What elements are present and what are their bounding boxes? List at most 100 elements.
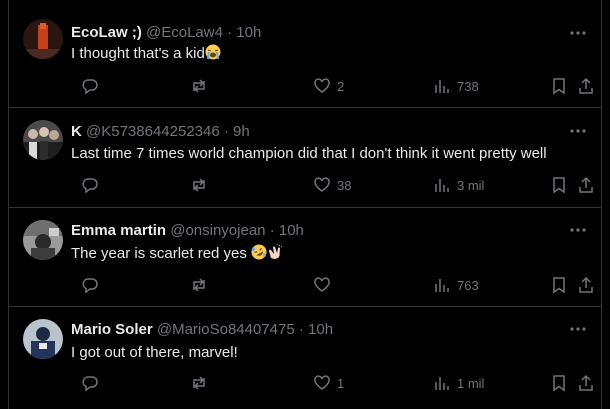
like-icon (314, 177, 330, 192)
like-button[interactable]: 38 (313, 175, 351, 195)
avatar-image (23, 19, 63, 59)
tweet-header: EcoLaw ;) @EcoLaw4 · 10h (71, 24, 261, 41)
more-icon[interactable] (569, 122, 587, 140)
view-count: 3 mil (457, 177, 485, 193)
share-button[interactable] (577, 76, 595, 96)
avatar[interactable] (23, 19, 63, 59)
tweet[interactable]: EcoLaw ;) @EcoLaw4 · 10h I thought that'… (9, 0, 601, 108)
more-icon[interactable] (569, 320, 587, 338)
bookmark-icon (553, 78, 565, 95)
reply-icon (82, 376, 98, 392)
window-edge (0, 0, 8, 409)
like-icon (314, 375, 330, 390)
share-button[interactable] (577, 275, 595, 295)
tweet[interactable]: K @K5738644252346 · 9h Last time 7 times… (9, 108, 601, 208)
separator: · (227, 24, 233, 41)
like-count: 2 (337, 78, 345, 94)
repost-button[interactable] (190, 175, 208, 195)
clapping-hands-emoji (267, 244, 283, 260)
views-button[interactable]: 763 (433, 275, 479, 295)
views-icon (435, 279, 449, 292)
handle[interactable]: @K5738644252346 (86, 123, 220, 140)
views-button[interactable]: 3 mil (433, 175, 484, 195)
like-icon (314, 277, 330, 292)
views-icon (435, 179, 449, 192)
display-name[interactable]: EcoLaw ;) (71, 24, 142, 41)
display-name[interactable]: K (71, 123, 82, 140)
bookmark-button[interactable] (550, 373, 568, 393)
action-bar: 1 1 mil (67, 373, 597, 393)
bookmark-button[interactable] (550, 275, 568, 295)
bookmark-icon (553, 277, 565, 294)
tweet-text: I got out of there, marvel! (71, 344, 238, 361)
avatar-image (23, 220, 63, 260)
reply-feed: EcoLaw ;) @EcoLaw4 · 10h I thought that'… (9, 0, 601, 409)
timestamp[interactable]: 10h (308, 321, 333, 338)
share-button[interactable] (577, 373, 595, 393)
column-border-right (601, 0, 602, 409)
reply-button[interactable] (81, 373, 99, 393)
avatar-image (23, 120, 63, 160)
repost-button[interactable] (190, 275, 208, 295)
rolling-on-floor-laughing-emoji (251, 244, 267, 260)
separator: · (223, 123, 229, 140)
action-bar: 2 738 (67, 76, 597, 96)
reply-icon (82, 79, 98, 95)
reply-button[interactable] (81, 76, 99, 96)
like-button[interactable] (313, 275, 331, 295)
more-icon[interactable] (569, 221, 587, 239)
display-name[interactable]: Emma martin (71, 222, 166, 239)
avatar[interactable] (23, 220, 63, 260)
tweet[interactable]: Emma martin @onsinyojean · 10h The year … (9, 208, 601, 307)
loudly-crying-face-emoji (205, 44, 221, 60)
repost-icon (193, 278, 205, 292)
tweet-text-content: The year is scarlet red yes (71, 245, 247, 262)
reply-button[interactable] (81, 175, 99, 195)
repost-icon (193, 376, 205, 390)
share-icon (579, 77, 593, 94)
view-count: 738 (457, 78, 479, 94)
bookmark-icon (553, 375, 565, 392)
display-name[interactable]: Mario Soler (71, 321, 153, 338)
separator: · (298, 321, 304, 338)
like-button[interactable]: 1 (313, 373, 344, 393)
share-icon (579, 176, 593, 193)
bookmark-button[interactable] (550, 76, 568, 96)
handle[interactable]: @EcoLaw4 (146, 24, 223, 41)
tweet-text: The year is scarlet red yes (71, 244, 283, 262)
tweet-header: Mario Soler @MarioSo84407475 · 10h (71, 321, 333, 338)
tweet-text: Last time 7 times world champion did tha… (71, 145, 547, 162)
repost-button[interactable] (190, 76, 208, 96)
like-button[interactable]: 2 (313, 76, 344, 96)
bookmark-icon (553, 177, 565, 194)
repost-icon (193, 79, 205, 93)
separator: · (269, 222, 275, 239)
timestamp[interactable]: 10h (279, 222, 304, 239)
views-icon (435, 80, 449, 93)
handle[interactable]: @MarioSo84407475 (157, 321, 295, 338)
reply-icon (82, 178, 98, 194)
like-count: 1 (337, 375, 345, 391)
avatar[interactable] (23, 120, 63, 160)
repost-button[interactable] (190, 373, 208, 393)
handle[interactable]: @onsinyojean (170, 222, 265, 239)
views-button[interactable]: 1 mil (433, 373, 484, 393)
like-icon (314, 78, 330, 93)
like-count: 38 (337, 177, 352, 193)
share-button[interactable] (577, 175, 595, 195)
timestamp[interactable]: 9h (233, 123, 250, 140)
tweet-text-content: I thought that's a kid (71, 45, 205, 62)
view-count: 1 mil (457, 375, 485, 391)
views-icon (435, 377, 449, 390)
bookmark-button[interactable] (550, 175, 568, 195)
more-icon[interactable] (569, 24, 587, 42)
timestamp[interactable]: 10h (236, 24, 261, 41)
repost-icon (193, 178, 205, 192)
tweet[interactable]: Mario Soler @MarioSo84407475 · 10h I got… (9, 307, 601, 409)
share-icon (579, 276, 593, 293)
action-bar: 763 (67, 275, 597, 295)
views-button[interactable]: 738 (433, 76, 479, 96)
avatar[interactable] (23, 319, 63, 359)
reply-button[interactable] (81, 275, 99, 295)
tweet-text: I thought that's a kid (71, 44, 221, 62)
